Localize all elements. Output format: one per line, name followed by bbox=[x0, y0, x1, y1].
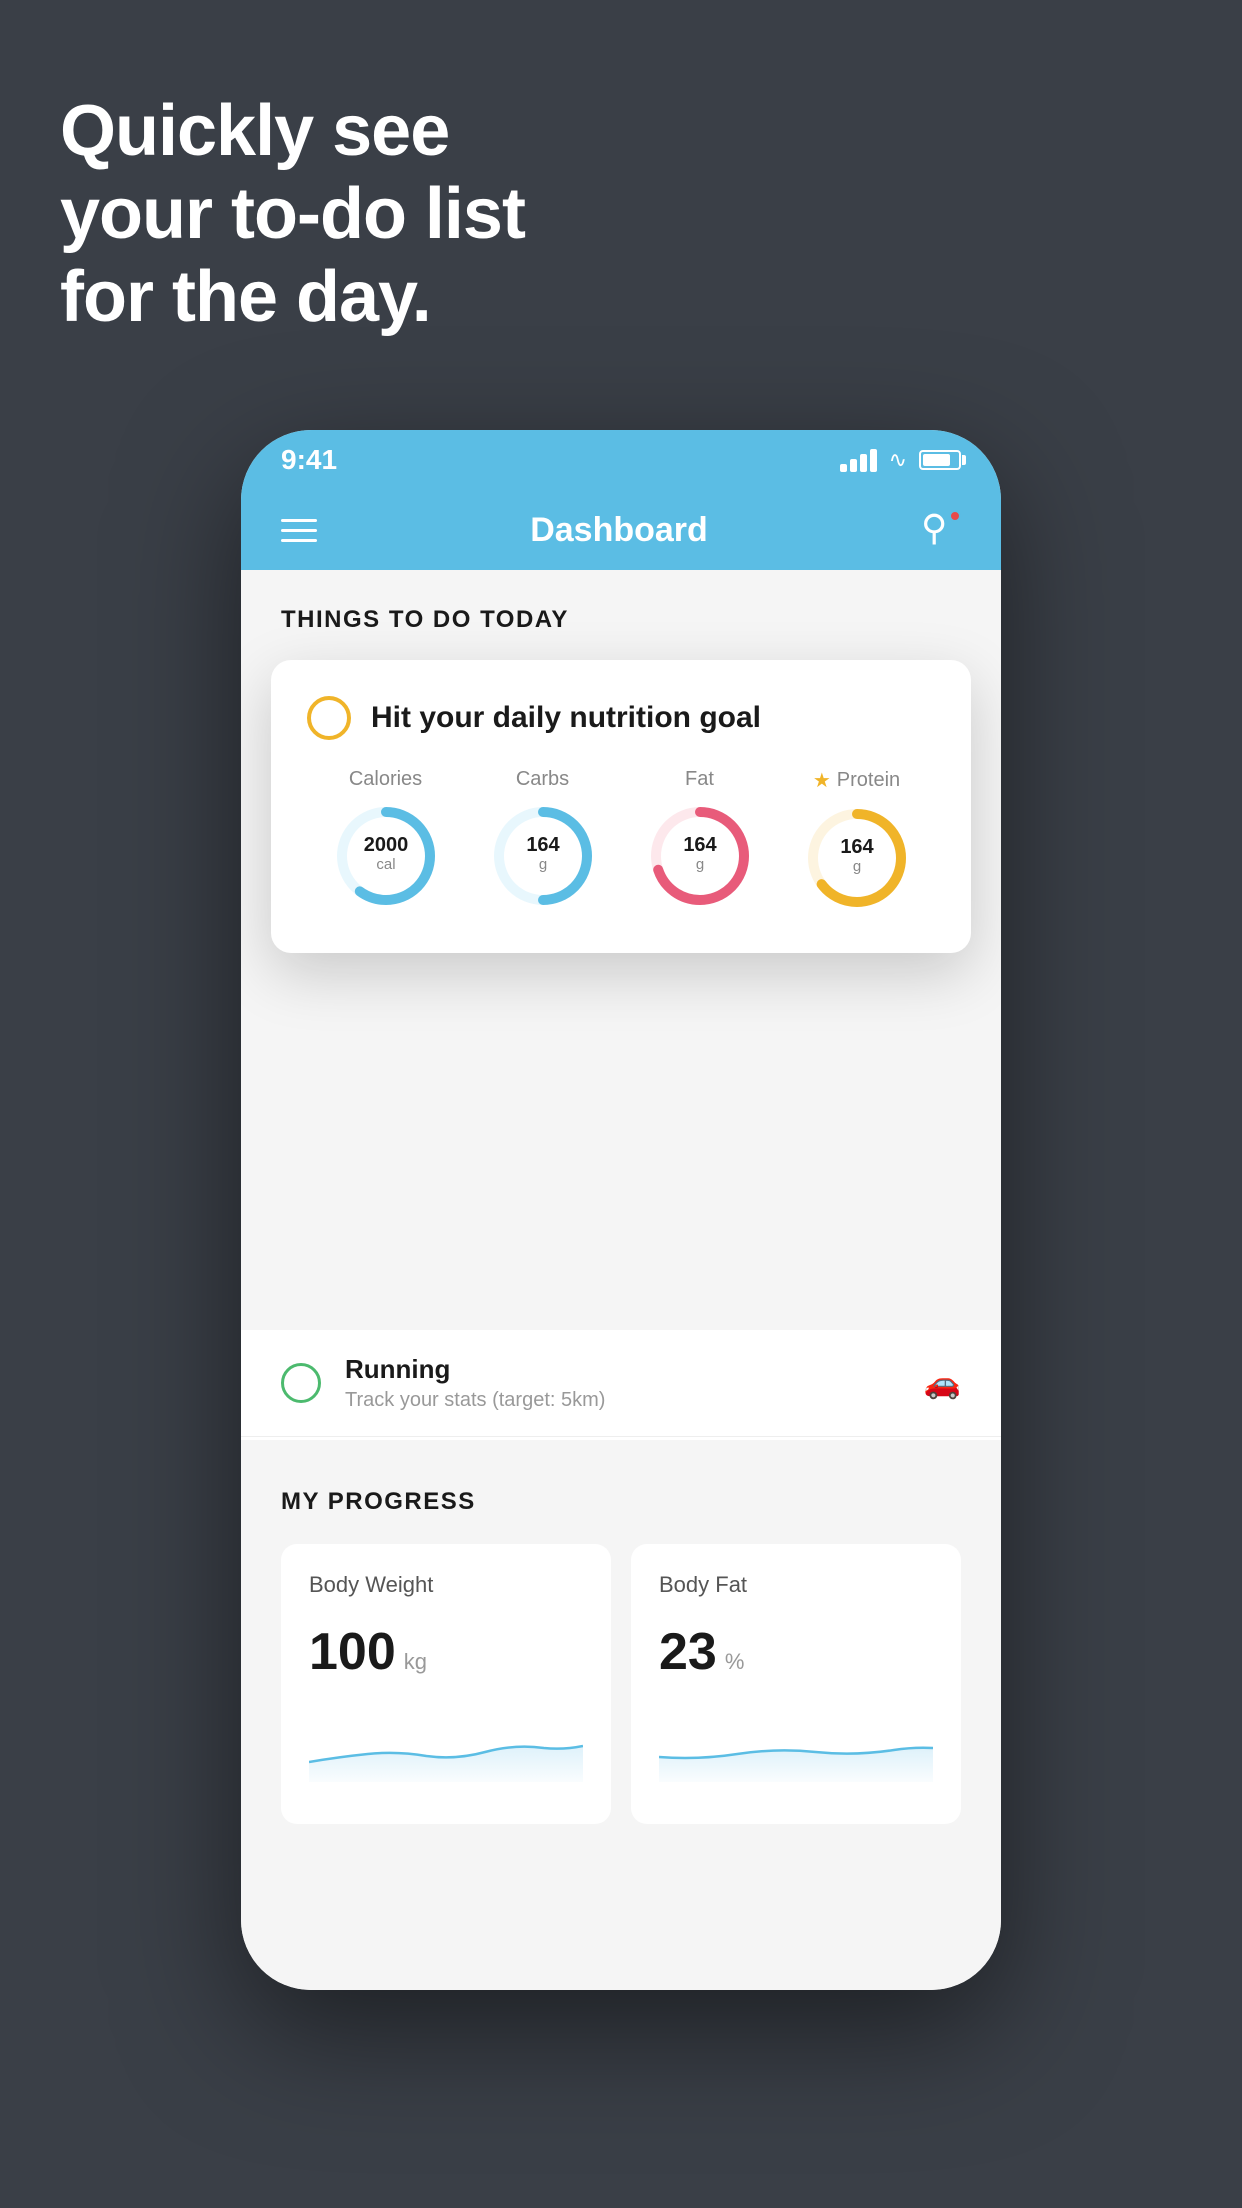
body-fat-unit: % bbox=[725, 1649, 745, 1675]
shoe-icon: 🚗 bbox=[924, 1366, 961, 1401]
phone-mockup: 9:41 ∿ Dashboard ⚲ bbox=[241, 430, 1001, 2110]
things-section: THINGS TO DO TODAY bbox=[241, 570, 1001, 654]
todo-sub-running: Track your stats (target: 5km) bbox=[345, 1389, 908, 1412]
nutrition-card-header: Hit your daily nutrition goal bbox=[307, 696, 935, 740]
hero-heading: Quickly see your to-do list for the day. bbox=[60, 90, 525, 338]
star-icon: ★ bbox=[813, 768, 831, 793]
protein-label: ★ Protein bbox=[813, 768, 900, 793]
things-section-title: THINGS TO DO TODAY bbox=[281, 606, 961, 634]
svg-text:164: 164 bbox=[526, 834, 560, 856]
body-weight-sparkline bbox=[309, 1702, 583, 1782]
nutrition-check-circle bbox=[307, 696, 351, 740]
todo-circle-running bbox=[281, 1363, 321, 1403]
wifi-icon: ∿ bbox=[889, 447, 907, 473]
carbs-label: Carbs bbox=[516, 768, 569, 791]
body-fat-card[interactable]: Body Fat 23 % bbox=[631, 1544, 961, 1824]
body-fat-value-row: 23 % bbox=[659, 1622, 933, 1682]
todo-item-running[interactable]: Running Track your stats (target: 5km) 🚗 bbox=[241, 1330, 1001, 1437]
nutrition-card[interactable]: Hit your daily nutrition goal Calories 2… bbox=[271, 660, 971, 953]
status-bar: 9:41 ∿ bbox=[241, 430, 1001, 490]
nutrition-carbs: Carbs 164 g bbox=[488, 768, 598, 911]
nav-bar: Dashboard ⚲ bbox=[241, 490, 1001, 570]
calories-label: Calories bbox=[349, 768, 422, 791]
bell-icon: ⚲ bbox=[921, 507, 947, 548]
progress-cards: Body Weight 100 kg bbox=[281, 1544, 961, 1824]
nutrition-protein: ★ Protein 164 g bbox=[802, 768, 912, 913]
body-weight-card[interactable]: Body Weight 100 kg bbox=[281, 1544, 611, 1824]
svg-text:g: g bbox=[695, 856, 703, 873]
body-weight-unit: kg bbox=[404, 1649, 427, 1675]
body-fat-card-title: Body Fat bbox=[659, 1572, 933, 1598]
svg-text:164: 164 bbox=[683, 834, 717, 856]
body-fat-sparkline bbox=[659, 1702, 933, 1782]
body-fat-value: 23 bbox=[659, 1622, 717, 1682]
svg-text:cal: cal bbox=[376, 856, 395, 873]
todo-main-running: Running bbox=[345, 1354, 908, 1385]
phone-frame: 9:41 ∿ Dashboard ⚲ bbox=[241, 430, 1001, 1990]
fat-label: Fat bbox=[685, 768, 714, 791]
svg-text:164: 164 bbox=[840, 836, 874, 858]
nutrition-fat: Fat 164 g bbox=[645, 768, 755, 911]
battery-icon bbox=[919, 450, 961, 470]
nutrition-card-title: Hit your daily nutrition goal bbox=[371, 701, 761, 735]
nutrition-circles: Calories 2000 cal Carbs bbox=[307, 768, 935, 913]
notification-dot bbox=[949, 510, 961, 522]
progress-section-title: MY PROGRESS bbox=[281, 1488, 961, 1516]
svg-text:2000: 2000 bbox=[363, 834, 408, 856]
svg-text:g: g bbox=[538, 856, 546, 873]
status-icons: ∿ bbox=[840, 447, 961, 473]
app-content: THINGS TO DO TODAY Hit your daily nutrit… bbox=[241, 570, 1001, 1990]
nav-title: Dashboard bbox=[530, 511, 708, 550]
body-weight-value: 100 bbox=[309, 1622, 396, 1682]
nutrition-calories: Calories 2000 cal bbox=[331, 768, 441, 911]
notification-button[interactable]: ⚲ bbox=[921, 510, 961, 550]
body-weight-card-title: Body Weight bbox=[309, 1572, 583, 1598]
status-time: 9:41 bbox=[281, 444, 337, 476]
signal-icon bbox=[840, 449, 877, 472]
progress-section: MY PROGRESS Body Weight 100 kg bbox=[241, 1440, 1001, 1848]
menu-button[interactable] bbox=[281, 519, 317, 542]
body-weight-value-row: 100 kg bbox=[309, 1622, 583, 1682]
todo-text-running: Running Track your stats (target: 5km) bbox=[345, 1354, 908, 1412]
svg-text:g: g bbox=[852, 858, 860, 875]
